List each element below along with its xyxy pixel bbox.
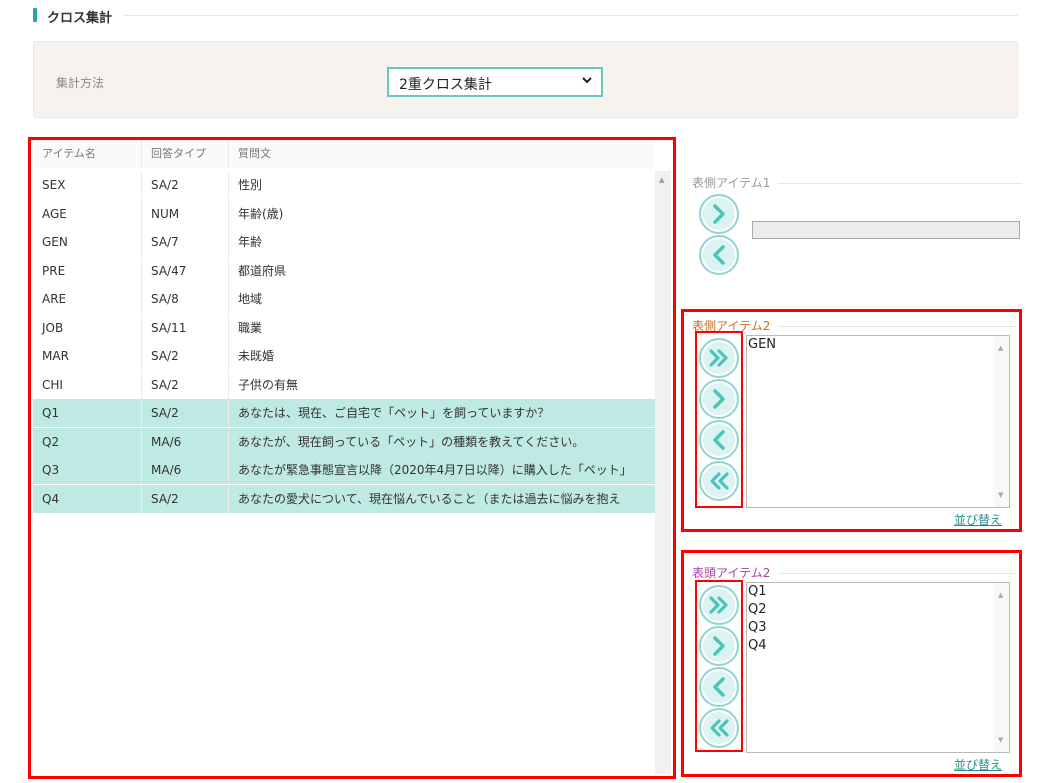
double-chevron-left-icon [710,719,729,737]
chevron-left-icon [713,677,725,697]
head-item2-listbox[interactable]: Q1 Q2 Q3 Q4 ▲ ▼ [746,582,1010,753]
add-head2-button[interactable] [699,626,739,666]
add-side2-button[interactable] [699,379,739,419]
head-item2-label: 表頭アイテム2 [692,566,771,580]
section-divider [123,15,1018,16]
list-item[interactable]: Q3 [747,619,1009,637]
list-item[interactable]: Q1 [747,583,1009,601]
add-all-side2-button[interactable] [699,338,739,378]
scroll-down-icon[interactable]: ▼ [998,486,1003,504]
remove-all-side2-button[interactable] [699,461,739,501]
list-item[interactable]: Q4 [747,637,1009,655]
highlight-frame-table [28,137,676,779]
side-item2-scrollbar[interactable]: ▲ ▼ [994,336,1009,507]
head-item2-scrollbar[interactable]: ▲ ▼ [994,583,1009,752]
remove-side2-button[interactable] [699,420,739,460]
side-item2-sort-link[interactable]: 並び替え [954,511,1002,528]
add-all-head2-button[interactable] [699,585,739,625]
chevron-right-icon [713,636,725,656]
side-item2-options: GEN [747,336,1009,354]
double-chevron-right-icon [709,349,728,367]
scroll-up-icon[interactable]: ▲ [998,586,1003,604]
side-item2-divider [778,326,1016,327]
side-item2-listbox[interactable]: GEN ▲ ▼ [746,335,1010,508]
list-item[interactable]: GEN [747,336,1009,354]
scroll-up-icon[interactable]: ▲ [998,339,1003,357]
aggregation-method-label: 集計方法 [56,76,105,90]
head-item2-options: Q1 Q2 Q3 Q4 [747,583,1009,655]
double-chevron-right-icon [709,596,728,614]
chevron-left-icon [713,430,725,450]
chevron-down-icon [581,74,593,89]
chevron-right-icon [713,389,725,409]
head-item2-sort-link[interactable]: 並び替え [954,756,1002,773]
remove-head2-button[interactable] [699,667,739,707]
add-side1-button[interactable] [699,194,739,234]
chevron-left-icon [713,245,725,265]
head-item2-divider [778,573,1016,574]
side-item1-field[interactable] [752,221,1020,239]
chevron-right-icon [713,204,725,224]
side-item1-divider [778,183,1022,184]
section-accent-bar [33,8,37,22]
scroll-down-icon[interactable]: ▼ [998,731,1003,749]
remove-all-head2-button[interactable] [699,708,739,748]
list-item[interactable]: Q2 [747,601,1009,619]
aggregation-method-value: 2重クロス集計 [399,77,492,93]
section-title: クロス集計 [47,11,113,26]
side-item1-label: 表側アイテム1 [692,176,771,190]
aggregation-method-panel: 集計方法 2重クロス集計 [33,41,1018,118]
double-chevron-left-icon [710,472,729,490]
section-header: クロス集計 [33,6,1018,26]
aggregation-method-select[interactable]: 2重クロス集計 [387,67,603,97]
remove-side1-button[interactable] [699,235,739,275]
